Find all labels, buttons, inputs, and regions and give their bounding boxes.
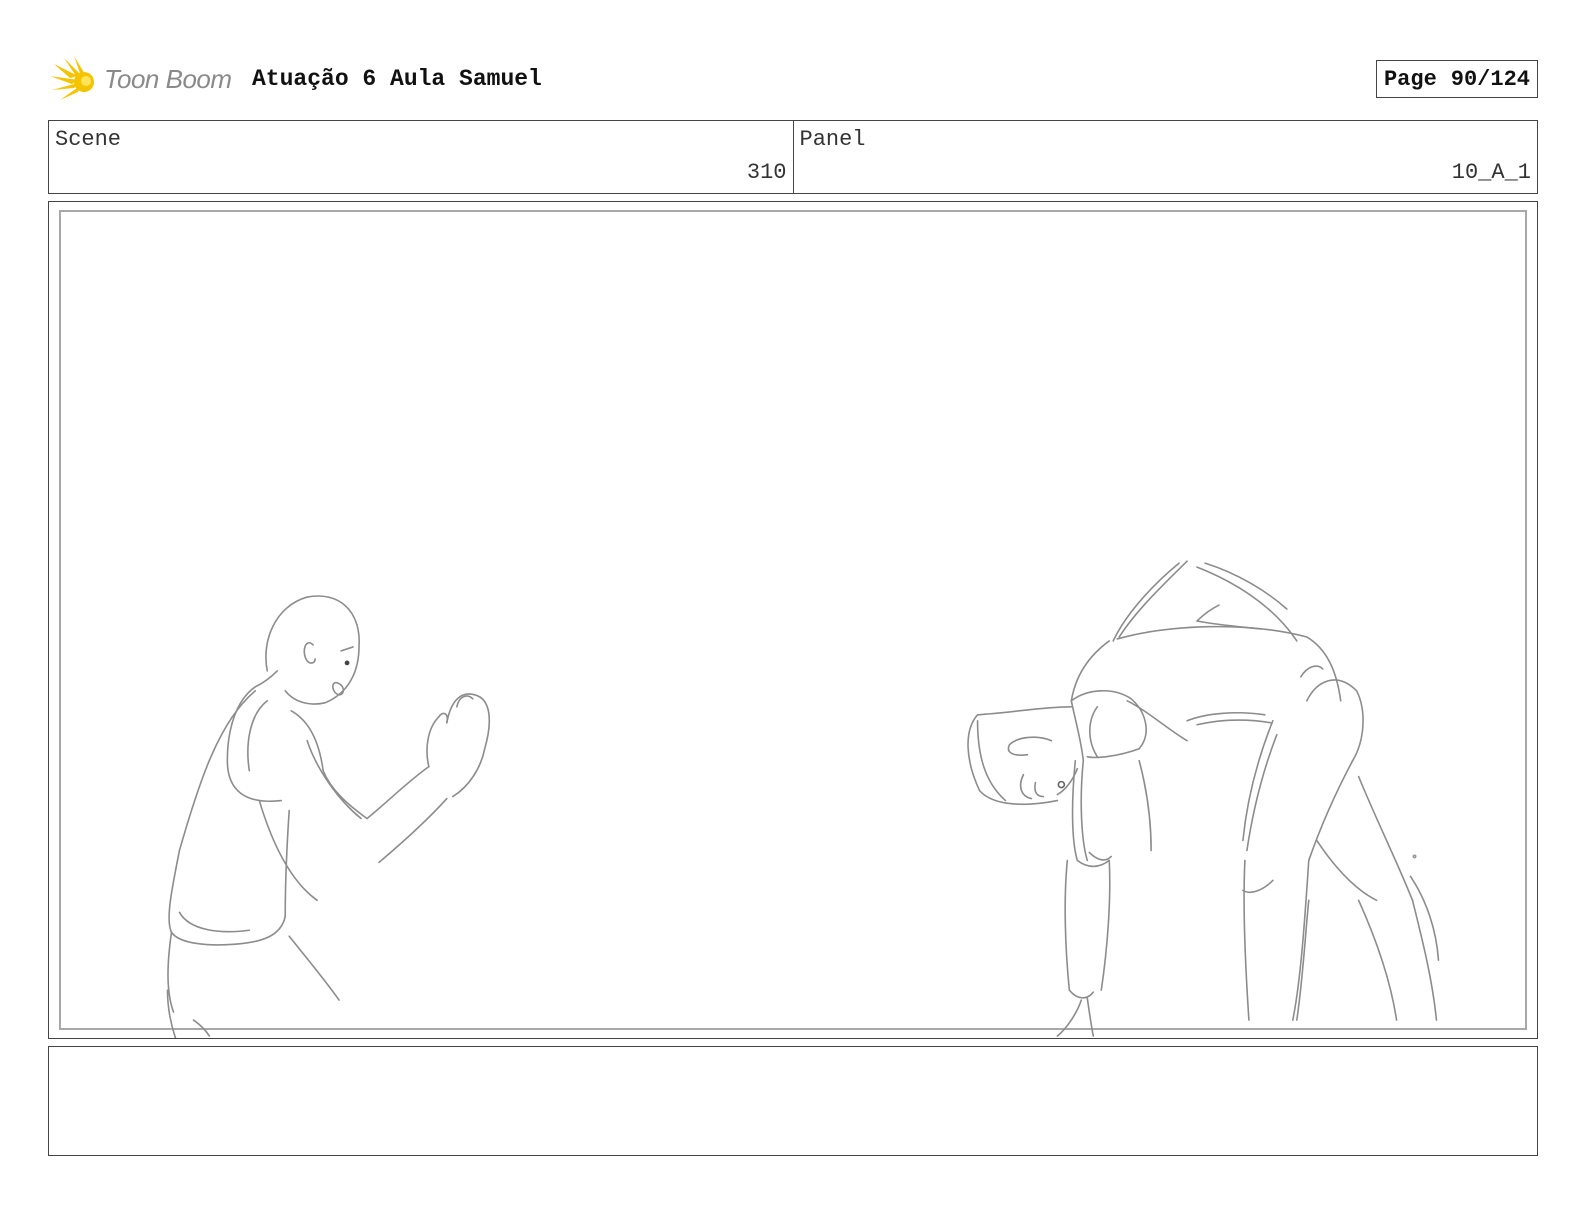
scene-cell: Scene 310 [49,121,793,193]
starburst-icon [50,56,94,100]
panel-label: Panel [799,127,866,152]
storyboard-panel [48,201,1538,1039]
project-title: Atuação 6 Aula Samuel [252,66,542,92]
sketch-drawing [166,560,1440,1038]
logo-text: Toon Boom [104,64,232,94]
right-figure-sketch [967,560,1440,1037]
panel-number: 10_A_1 [1451,160,1531,185]
page-indicator: Page 90/124 [1375,60,1538,98]
page-number: 90/124 [1450,66,1530,92]
scene-label: Scene [55,127,122,152]
panel-cell: Panel 10_A_1 [792,121,1538,193]
toon-boom-logo: Toon Boom [48,54,248,106]
left-figure-sketch [166,595,491,1038]
scene-panel-info: Scene 310 Panel 10_A_1 [48,120,1538,194]
page-label: Page [1383,66,1437,92]
page-header: Toon Boom Atuação 6 Aula Samuel Page 90/… [48,54,1538,106]
scene-number: 310 [746,160,787,185]
panel-notes-box [48,1046,1538,1156]
